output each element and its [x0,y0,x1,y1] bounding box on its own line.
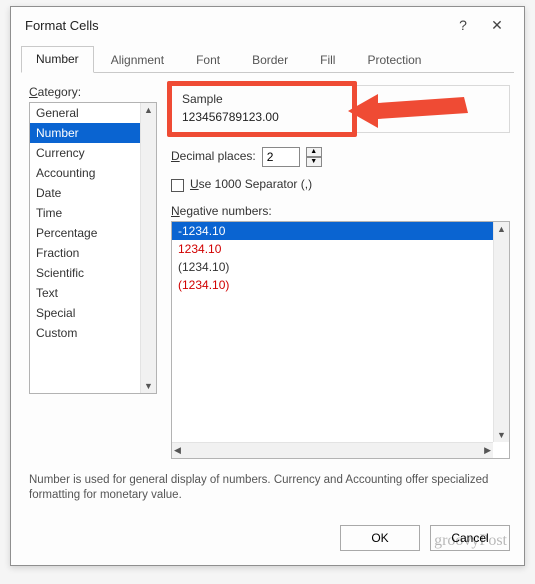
scrollbar-vertical[interactable]: ▲ ▼ [140,103,156,393]
tab-font[interactable]: Font [181,47,235,73]
decimal-spinner[interactable]: ▲ ▼ [306,147,322,167]
format-description: Number is used for general display of nu… [11,467,524,517]
category-item[interactable]: Currency [30,143,156,163]
tab-content: Category: GeneralNumberCurrencyAccountin… [11,73,524,467]
negative-numbers-listbox[interactable]: -1234.101234.10(1234.10)(1234.10) ▲ ▼ ◀ … [171,221,510,459]
category-item[interactable]: General [30,103,156,123]
negative-number-item[interactable]: 1234.10 [172,240,493,258]
category-label: Category: [29,85,157,99]
tab-fill[interactable]: Fill [305,47,350,73]
annotation-highlight [167,81,357,137]
dialog-buttons: OK Cancel [11,517,524,565]
scrollbar-vertical[interactable]: ▲ ▼ [493,222,509,442]
sample-label: Sample [182,92,499,106]
category-item[interactable]: Accounting [30,163,156,183]
tab-alignment[interactable]: Alignment [96,47,179,73]
cancel-button[interactable]: Cancel [430,525,510,551]
category-item[interactable]: Special [30,303,156,323]
category-item[interactable]: Fraction [30,243,156,263]
category-item[interactable]: Text [30,283,156,303]
negative-number-item[interactable]: (1234.10) [172,276,493,294]
close-button[interactable]: ✕ [480,17,514,34]
spinner-down-icon[interactable]: ▼ [306,157,322,167]
category-item[interactable]: Time [30,203,156,223]
scroll-down-icon[interactable]: ▼ [497,430,506,440]
category-listbox[interactable]: GeneralNumberCurrencyAccountingDateTimeP… [29,102,157,394]
spinner-up-icon[interactable]: ▲ [306,147,322,157]
help-button[interactable]: ? [446,17,480,33]
decimal-places-row: Decimal places: ▲ ▼ [171,147,510,167]
decimal-places-input[interactable] [262,147,300,167]
sample-value: 123456789123.00 [182,110,499,124]
separator-row: Use 1000 Separator (,) [171,177,510,194]
scrollbar-horizontal[interactable]: ◀ ▶ [172,442,493,458]
sample-box: Sample 123456789123.00 [171,85,510,133]
category-item[interactable]: Custom [30,323,156,343]
thousands-separator-label[interactable]: Use 1000 Separator (,) [190,177,312,191]
category-item[interactable]: Number [30,123,156,143]
ok-button[interactable]: OK [340,525,420,551]
dialog-title: Format Cells [25,18,446,33]
negative-number-item[interactable]: (1234.10) [172,258,493,276]
format-cells-dialog: Format Cells ? ✕ Number Alignment Font B… [10,6,525,566]
scroll-up-icon[interactable]: ▲ [144,105,153,115]
scroll-right-icon[interactable]: ▶ [484,445,491,456]
negative-number-item[interactable]: -1234.10 [172,222,493,240]
category-item[interactable]: Scientific [30,263,156,283]
titlebar[interactable]: Format Cells ? ✕ [11,7,524,43]
scroll-left-icon[interactable]: ◀ [174,445,181,456]
category-item[interactable]: Percentage [30,223,156,243]
options-column: Sample 123456789123.00 Decimal places: ▲… [171,85,510,459]
thousands-separator-checkbox[interactable] [171,179,184,192]
scroll-down-icon[interactable]: ▼ [144,381,153,391]
decimal-places-label: Decimal places: [171,149,256,163]
tab-protection[interactable]: Protection [352,47,436,73]
scroll-up-icon[interactable]: ▲ [497,224,506,234]
negative-numbers-label: Negative numbers: [171,204,510,218]
tab-number[interactable]: Number [21,46,94,73]
tab-strip: Number Alignment Font Border Fill Protec… [21,47,514,73]
category-item[interactable]: Date [30,183,156,203]
tab-border[interactable]: Border [237,47,303,73]
category-column: Category: GeneralNumberCurrencyAccountin… [29,85,157,459]
